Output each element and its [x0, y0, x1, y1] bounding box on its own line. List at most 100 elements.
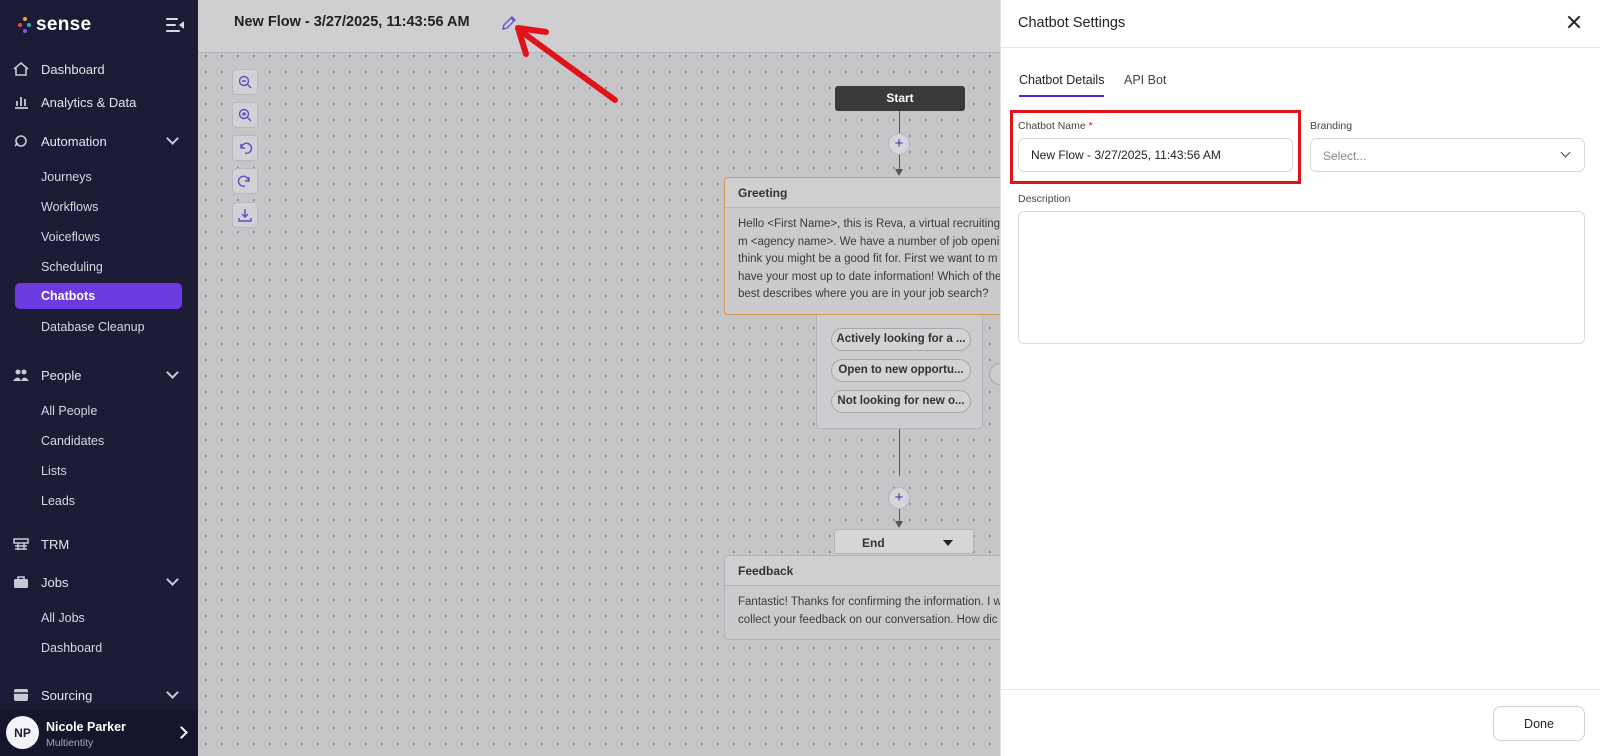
branding-label: Branding — [1310, 120, 1353, 132]
sidebar-item-sourcing[interactable]: Sourcing — [0, 681, 198, 709]
feedback-line: Fantastic! Thanks for confirming the inf… — [738, 596, 1001, 608]
chevron-down-icon[interactable] — [166, 366, 179, 379]
zoom-in-button[interactable] — [232, 102, 258, 128]
sidebar-item-automation[interactable]: Automation — [0, 127, 198, 155]
sidebar-subitem-jobs-dashboard[interactable]: Dashboard — [41, 641, 102, 655]
divider — [1001, 47, 1600, 48]
sidebar-subitem-all-people[interactable]: All People — [41, 404, 97, 418]
sidebar-item-people[interactable]: People — [0, 361, 198, 389]
chatbot-settings-panel: Chatbot Settings Chatbot Details API Bot… — [1000, 0, 1600, 756]
sidebar-subitem-label: Chatbots — [41, 289, 96, 303]
logo[interactable]: sense — [18, 14, 91, 36]
divider — [1001, 689, 1600, 690]
description-label: Description — [1018, 193, 1071, 205]
branding-placeholder: Select... — [1323, 149, 1367, 163]
sidebar-item-label: Dashboard — [41, 61, 105, 77]
zoom-out-icon — [238, 75, 252, 89]
trm-icon — [13, 538, 29, 550]
people-icon — [13, 369, 29, 381]
sidebar-subitem-voiceflows[interactable]: Voiceflows — [41, 230, 100, 244]
chevron-right-icon[interactable] — [175, 726, 188, 739]
feedback-node[interactable]: Feedback Fantastic! Thanks for confirmin… — [724, 555, 1001, 640]
add-step-button[interactable]: + — [888, 487, 910, 509]
chevron-down-icon[interactable] — [166, 132, 179, 145]
greeting-line: Hello <First Name>, this is Reva, a virt… — [738, 218, 1001, 230]
chevron-down-icon[interactable] — [166, 573, 179, 586]
user-org: Multientity — [46, 737, 94, 749]
logo-mark — [18, 15, 32, 35]
download-icon — [238, 209, 252, 222]
sidebar-subitem-scheduling[interactable]: Scheduling — [41, 260, 103, 274]
download-button[interactable] — [232, 202, 258, 228]
chevron-down-icon[interactable] — [166, 686, 179, 699]
sidebar-item-trm[interactable]: TRM — [0, 530, 198, 558]
sidebar-subitem-workflows[interactable]: Workflows — [41, 200, 98, 214]
chatbot-name-label: Chatbot Name * — [1018, 120, 1093, 132]
description-textarea[interactable] — [1018, 211, 1585, 344]
option-pill[interactable]: Actively looking for a ... — [831, 328, 971, 351]
sidebar-subitem-chatbots[interactable]: Chatbots — [15, 283, 182, 309]
add-step-button[interactable]: + — [888, 133, 910, 155]
sidebar-item-jobs[interactable]: Jobs — [0, 568, 198, 596]
bar-chart-icon — [15, 97, 28, 109]
undo-button[interactable] — [232, 135, 258, 161]
option-pill[interactable]: Not looking for new o... — [831, 390, 971, 413]
branding-select[interactable]: Select... — [1310, 138, 1585, 172]
sourcing-icon — [14, 689, 28, 701]
end-dropdown[interactable]: End — [834, 529, 974, 554]
zoom-in-icon — [238, 108, 252, 122]
collapse-sidebar-icon[interactable] — [166, 18, 184, 34]
done-button[interactable]: Done — [1493, 706, 1585, 741]
sidebar-item-dashboard[interactable]: Dashboard — [0, 55, 198, 83]
feedback-line: collect your feedback on our conversatio… — [738, 613, 998, 626]
annotation-arrow-icon — [515, 25, 618, 103]
user-name: Nicole Parker — [46, 720, 126, 734]
sidebar-item-label: TRM — [41, 536, 70, 552]
tab-api-bot[interactable]: API Bot — [1124, 73, 1166, 87]
panel-title: Chatbot Settings — [1018, 15, 1126, 31]
sidebar-subitem-lists[interactable]: Lists — [41, 464, 67, 478]
greeting-title: Greeting — [725, 178, 1001, 208]
greeting-line: have your most up to date information! W… — [738, 270, 1001, 283]
feedback-title: Feedback — [725, 556, 1001, 586]
redo-icon — [237, 175, 250, 187]
end-label: End — [862, 536, 885, 550]
sidebar-subitem-journeys[interactable]: Journeys — [41, 170, 92, 184]
connector-line — [899, 155, 900, 169]
feedback-message: Fantastic! Thanks for confirming the inf… — [725, 586, 1001, 637]
sidebar-item-label: Analytics & Data — [41, 94, 137, 110]
redo-button[interactable] — [232, 168, 258, 194]
logo-text: sense — [36, 14, 92, 35]
flow-title: New Flow - 3/27/2025, 11:43:56 AM — [234, 14, 470, 30]
zoom-out-button[interactable] — [232, 69, 258, 95]
option-pill[interactable]: Open to new opportu... — [831, 359, 971, 382]
sidebar-item-label: Jobs — [41, 574, 69, 590]
sidebar-subitem-candidates[interactable]: Candidates — [41, 434, 104, 448]
response-options: Actively looking for a ... Open to new o… — [816, 315, 983, 429]
sidebar-subitem-all-jobs[interactable]: All Jobs — [41, 611, 85, 625]
start-node[interactable]: Start — [835, 86, 965, 111]
connector-line — [899, 429, 900, 476]
chatbot-name-label-text: Chatbot Name — [1018, 120, 1086, 132]
sidebar-subitem-database-cleanup[interactable]: Database Cleanup — [41, 320, 145, 334]
undo-icon — [240, 142, 253, 154]
sidebar-item-label: Sourcing — [41, 687, 93, 703]
tab-chatbot-details[interactable]: Chatbot Details — [1019, 73, 1104, 87]
connector-arrow — [895, 169, 903, 176]
required-mark: * — [1088, 120, 1093, 132]
sidebar-subitem-leads[interactable]: Leads — [41, 494, 75, 508]
sidebar-item-analytics[interactable]: Analytics & Data — [0, 88, 198, 116]
sidebar: sense Dashboard Analytics & Data Automat… — [0, 0, 198, 756]
connector-line — [899, 111, 900, 135]
user-profile[interactable]: NP Nicole Parker Multientity — [0, 710, 198, 756]
briefcase-icon — [14, 576, 28, 588]
close-icon[interactable] — [1567, 15, 1581, 29]
chevron-down-icon — [1560, 147, 1571, 158]
avatar: NP — [6, 716, 39, 749]
greeting-node[interactable]: Greeting Hello <First Name>, this is Rev… — [724, 177, 1001, 315]
greeting-line: think you might be a good fit for. First… — [738, 253, 998, 265]
greeting-line: m <agency name>. We have a number of job… — [738, 235, 1001, 248]
sidebar-item-label: People — [41, 367, 82, 383]
automation-icon — [14, 135, 27, 147]
chatbot-name-input[interactable] — [1018, 138, 1293, 172]
